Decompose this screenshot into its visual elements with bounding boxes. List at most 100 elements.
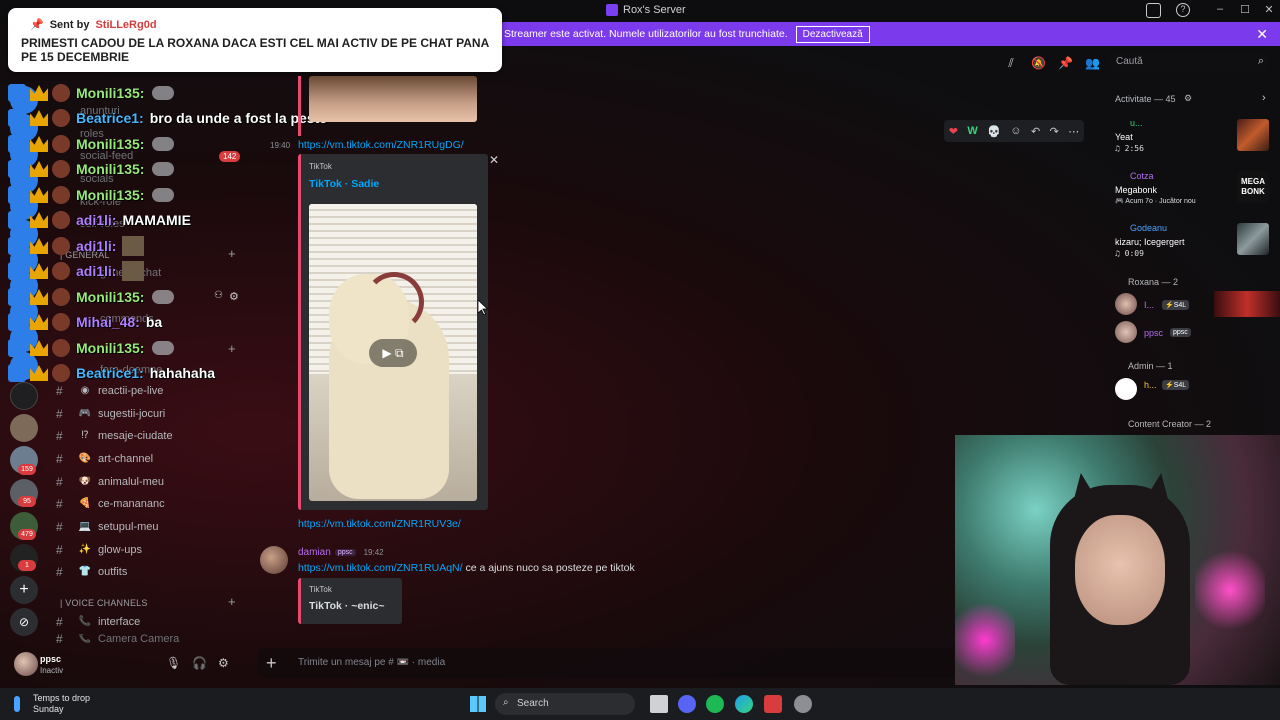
crown-icon [30,263,48,279]
voice-channel-item[interactable]: # 📞 interface [56,612,246,632]
avatar[interactable] [1115,321,1137,343]
hash-icon: # [56,520,63,534]
mute-icon[interactable]: 🔕 [1031,56,1046,70]
server-icon[interactable] [10,414,38,442]
minimize-button[interactable]: – [1212,3,1228,15]
settings-icon[interactable]: ⚙ [218,656,229,670]
add-server-icon[interactable]: + [10,576,38,604]
tiktok-link[interactable]: https://vm.tiktok.com/ZNR1RUAqN/ [298,562,463,574]
channel-item[interactable]: # ⁉ mesaje-ciudate [56,426,246,446]
overlay-chat-username: Beatrice1: [76,365,144,381]
server-badge: 479 [18,529,36,540]
help-icon[interactable]: ? [1176,3,1190,17]
avatar[interactable] [14,652,38,676]
megabonk-thumbnail[interactable]: MEGA BONK [1237,171,1269,203]
voice-channel-item[interactable]: # 📞 Camera Camera [56,634,246,644]
weather-icon [14,696,20,712]
window-title: Rox's Server [606,4,686,16]
mouse-cursor-icon [478,300,488,315]
channel-item[interactable]: # ✨ glow-ups [56,540,246,560]
crown-icon [30,212,48,228]
add-attachment-icon[interactable]: + [266,653,277,674]
edge-icon[interactable] [735,695,753,713]
close-window-button[interactable]: ✕ [1261,3,1277,16]
add-reaction-icon[interactable]: ☺ [1010,125,1021,137]
spotify-icon[interactable] [706,695,724,713]
overlay-chat-message: MAMAMIE [122,212,191,228]
app-icon[interactable] [764,695,782,713]
inbox-icon[interactable] [1146,3,1161,18]
server-badge: 159 [18,464,36,475]
start-button-icon[interactable] [470,696,486,712]
badge-icon [8,313,26,331]
discover-icon[interactable]: ⊘ [10,608,38,636]
pin-icon[interactable]: 📌 [1058,56,1073,70]
overlay-chat-line: Monili135: [8,158,175,180]
weather-widget[interactable]: Temps to drop Sunday [33,693,90,715]
crown-icon [30,289,48,305]
taskbar-search[interactable]: ⌕ Search [495,693,635,715]
overlay-chat-username: Monili135: [76,289,145,305]
server-badge: 1 [18,560,36,571]
channel-item[interactable]: # 🐶 animalul-meu [56,472,246,492]
embed-provider: TikTok [309,162,332,171]
hash-icon: # [56,452,63,466]
badge-icon [8,135,26,153]
role-group-header: Admin — 1 [1128,361,1173,371]
forward-icon[interactable]: ↷ [1050,125,1059,138]
search-input[interactable]: Caută ⌕ [1110,52,1270,72]
w-reaction-icon[interactable]: W [967,125,977,137]
tiktok-link[interactable]: https://vm.tiktok.com/ZNR1RUV3e/ [298,518,461,530]
emote-icon [152,188,175,202]
avatar[interactable] [1115,293,1137,315]
invite-icon[interactable]: ⚇ [214,290,223,301]
channel-item[interactable]: # 🍕 ce-manananc [56,494,246,514]
message-input[interactable]: + Trimite un mesaj pe # 📼 · media [258,648,958,678]
chevron-right-icon[interactable]: › [1262,92,1266,104]
maximize-button[interactable]: ☐ [1237,3,1253,16]
channel-item[interactable]: # 👕 outfits [56,562,246,582]
file-explorer-icon[interactable] [650,695,668,713]
avatar[interactable] [1115,378,1137,400]
channel-item[interactable]: # 🎨 art-channel [56,449,246,469]
embed-title[interactable]: TikTok · ~enic~ [309,600,384,612]
members-panel: Activitate — 45 ⚙ › u... Yeat ♫ 2:56 Cot… [1104,86,1280,431]
more-options-icon[interactable]: ⋯ [1068,125,1079,138]
headphones-icon[interactable]: 🎧 [192,656,207,670]
activity-thumbnail[interactable] [1237,223,1269,255]
microphone-icon[interactable]: 🎙 [166,656,181,670]
play-icon[interactable]: ▶ ⧉ [369,339,417,367]
reply-icon[interactable]: ↶ [1031,125,1040,138]
badge-icon [8,160,26,178]
channel-item[interactable]: # ◉ reactii-pe-live [56,381,246,401]
skull-reaction-icon[interactable]: 💀 [987,125,1001,138]
channel-settings-icon[interactable]: ⚙ [229,290,239,303]
channel-item[interactable]: # 💻 setupul-meu [56,517,246,537]
heart-reaction-icon[interactable]: ❤ [949,125,958,138]
tiktok-link[interactable]: https://vm.tiktok.com/ZNR1RUgDG/ [298,139,464,151]
avatar[interactable] [260,546,288,574]
activity-settings-icon[interactable]: ⚙ [1184,93,1192,104]
discord-icon[interactable] [678,695,696,713]
w2g-server-icon[interactable] [10,382,38,410]
remove-embed-icon[interactable]: ✕ [489,153,499,167]
chat-avatar [52,364,70,382]
disable-streamer-button[interactable]: Dezactivează [795,25,870,43]
embed-title[interactable]: TikTok · Sadie [309,178,379,190]
channel-item[interactable]: # 🎮 sugestii-jocuri [56,404,246,424]
threads-icon[interactable]: ⫽ [1004,56,1018,70]
members-icon[interactable]: 👥 [1085,56,1100,70]
user-status: Inactiv [40,666,64,675]
voice-section-header[interactable]: | VOICE CHANNELS [60,598,148,608]
chat-avatar [52,339,70,357]
banner-close-icon[interactable]: ✕ [1256,26,1268,43]
add-voice-channel-icon[interactable]: + [228,594,236,609]
badge-icon [8,84,26,102]
badge-icon [8,339,26,357]
image-attachment[interactable] [309,76,477,122]
add-channel-icon[interactable]: + [228,341,236,356]
activity-thumbnail[interactable] [1237,119,1269,151]
settings-icon[interactable] [794,695,812,713]
add-channel-icon[interactable]: + [228,246,236,261]
video-thumbnail[interactable]: ▶ ⧉ [309,204,477,501]
